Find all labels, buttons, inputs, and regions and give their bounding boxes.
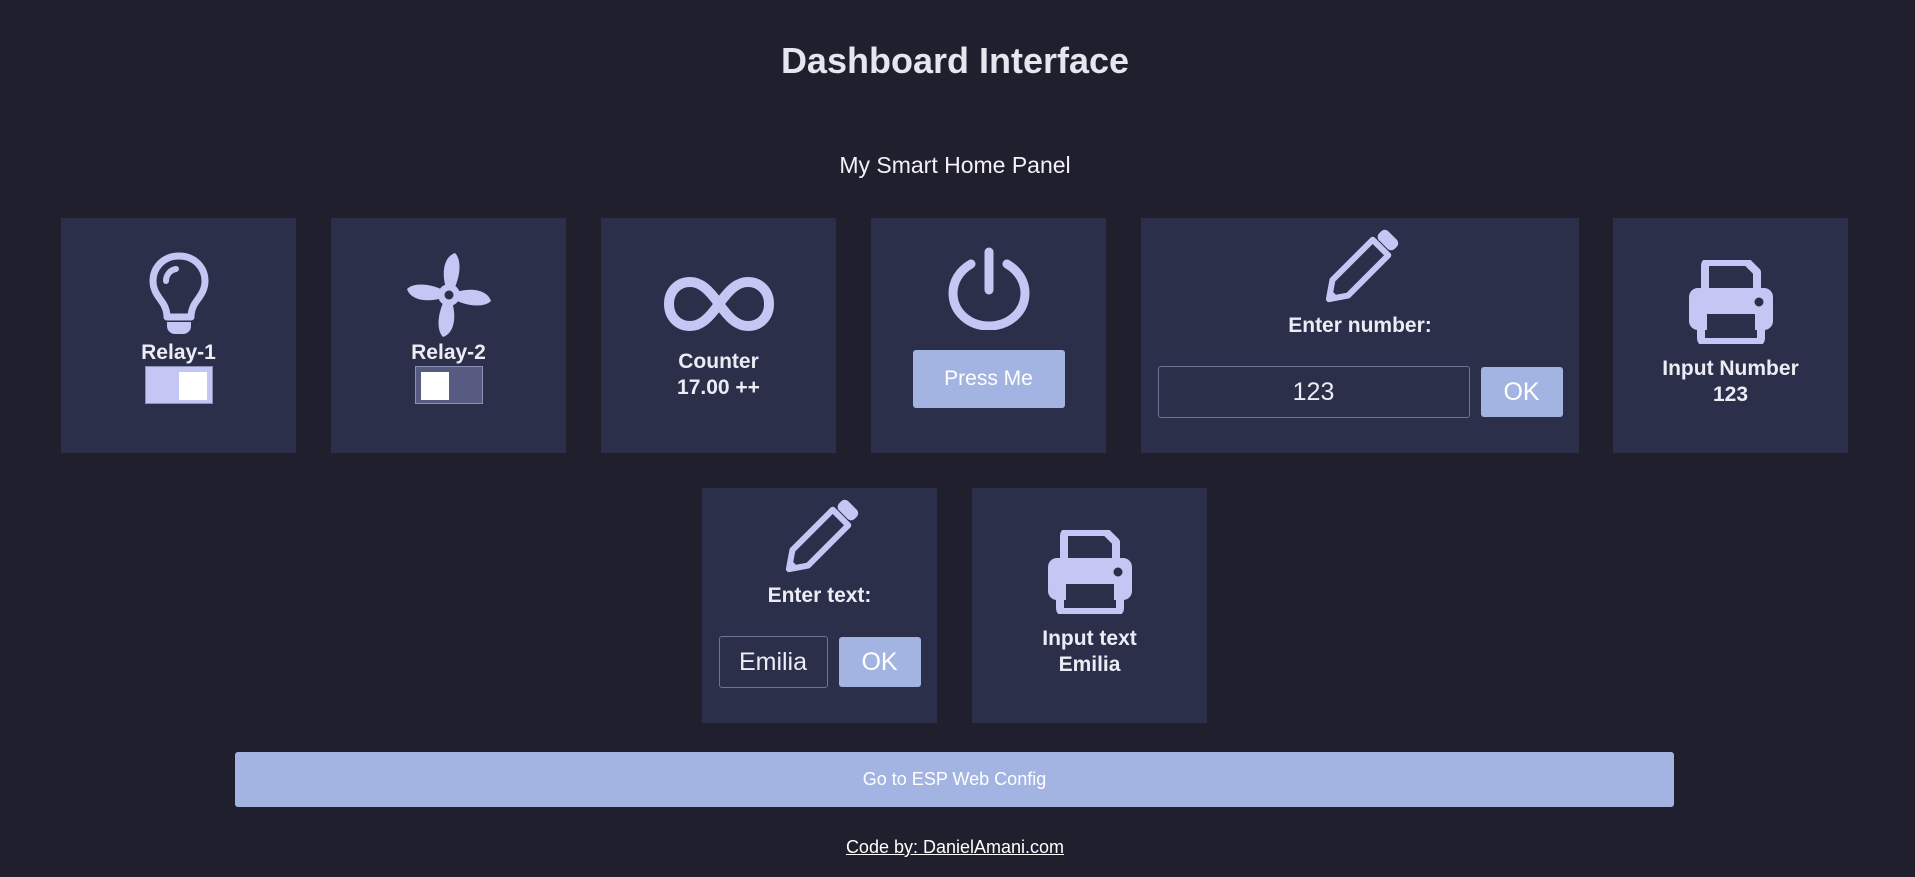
toggle-knob	[420, 372, 449, 400]
relay-2-label: Relay-2	[411, 341, 486, 364]
pencil-icon	[1316, 224, 1404, 312]
power-icon	[947, 244, 1031, 330]
press-card: Press Me	[871, 218, 1106, 453]
text-display-card: Input text Emilia	[972, 488, 1207, 723]
text-input-card: Enter text: Emilia OK	[702, 488, 937, 723]
printer-icon	[1687, 260, 1775, 344]
relay-1-toggle[interactable]	[144, 366, 213, 404]
enter-text-label: Enter text:	[767, 584, 872, 607]
number-display-card: Input Number 123	[1613, 218, 1848, 453]
number-input-field[interactable]: 123	[1157, 366, 1470, 418]
text-input-field[interactable]: Emilia	[718, 636, 828, 688]
pencil-icon	[776, 494, 864, 582]
footer-link[interactable]: Code by: DanielAmani.com	[0, 837, 1910, 858]
counter-value: 17.00 ++	[677, 376, 760, 399]
esp-web-config-button[interactable]: Go to ESP Web Config	[235, 752, 1674, 807]
enter-number-label: Enter number:	[1288, 314, 1432, 337]
input-text-label: Input text	[1042, 627, 1137, 650]
relay-1-label: Relay-1	[141, 341, 216, 364]
relay-2-card: Relay-2	[331, 218, 566, 453]
input-number-label: Input Number	[1662, 357, 1799, 380]
relay-2-toggle[interactable]	[414, 366, 483, 404]
number-input-card: Enter number: 123 OK	[1141, 218, 1579, 453]
lightbulb-icon	[148, 252, 210, 338]
toggle-knob	[178, 372, 207, 400]
fan-icon	[404, 250, 494, 340]
counter-label: Counter	[678, 350, 759, 373]
text-input-row: Emilia OK	[718, 636, 921, 688]
text-ok-button[interactable]: OK	[838, 637, 921, 687]
relay-1-card: Relay-1	[61, 218, 296, 453]
infinity-icon	[663, 274, 775, 334]
press-me-button[interactable]: Press Me	[912, 350, 1065, 408]
page-subtitle: My Smart Home Panel	[839, 152, 1071, 178]
number-input-row: 123 OK	[1157, 366, 1563, 418]
input-number-value: 123	[1712, 383, 1749, 406]
input-text-value: Emilia	[1058, 653, 1121, 676]
number-ok-button[interactable]: OK	[1480, 367, 1563, 417]
counter-card: Counter 17.00 ++	[601, 218, 836, 453]
printer-icon	[1046, 530, 1134, 614]
page-title: Dashboard Interface	[780, 40, 1130, 81]
